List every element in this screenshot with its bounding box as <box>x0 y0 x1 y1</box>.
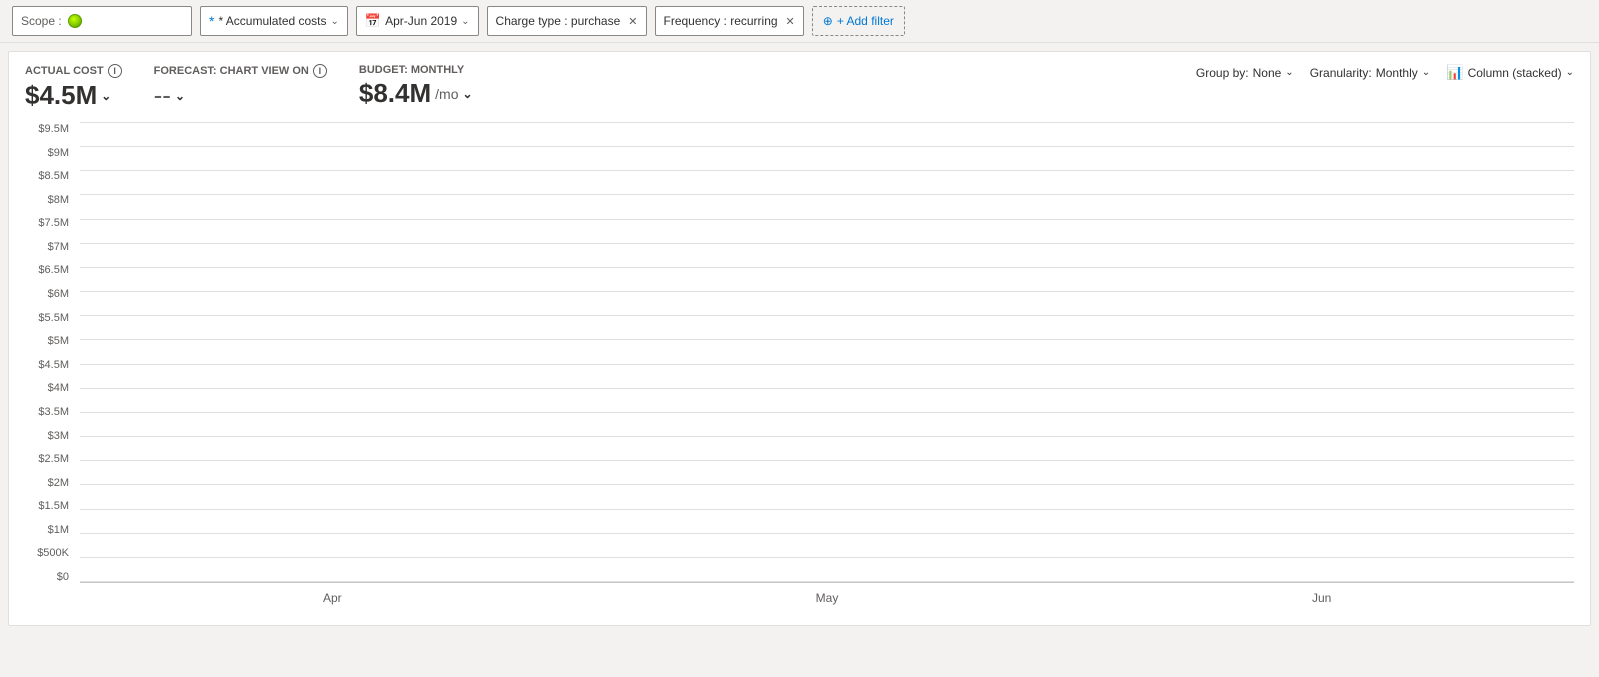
forecast-chevron-icon[interactable]: ⌄ <box>175 89 185 103</box>
y-axis-label: $7M <box>25 241 75 253</box>
y-axis-label: $8.5M <box>25 170 75 182</box>
y-axis-label: $9M <box>25 147 75 159</box>
x-axis-label: Jun <box>1089 591 1554 605</box>
actual-cost-info-icon: i <box>108 64 122 78</box>
y-axis-label: $5M <box>25 335 75 347</box>
actual-cost-label: ACTUAL COST i <box>25 64 122 78</box>
frequency-close-icon[interactable]: ✕ <box>786 15 795 28</box>
y-axis-label: $3M <box>25 430 75 442</box>
add-filter-plus-icon: ⊕ <box>823 14 833 28</box>
date-range-filter[interactable]: 📅 Apr-Jun 2019 ⌄ <box>356 6 479 36</box>
actual-cost-chevron-icon[interactable]: ⌄ <box>101 89 111 103</box>
chart-type-icon: 📊 <box>1446 64 1463 81</box>
x-labels: Apr May Jun <box>80 583 1574 613</box>
y-axis-label: $500K <box>25 547 75 559</box>
y-axis-label: $4M <box>25 382 75 394</box>
y-axis-label: $6M <box>25 288 75 300</box>
group-by-control[interactable]: Group by: None ⌄ <box>1196 66 1294 80</box>
chart-type-control[interactable]: 📊 Column (stacked) ⌄ <box>1446 64 1574 81</box>
scope-dot-icon <box>68 14 82 28</box>
chart-type-chevron-icon: ⌄ <box>1566 67 1574 78</box>
y-axis-label: $1.5M <box>25 500 75 512</box>
chart-area: $0 $500K $1M $1.5M $2M $2.5M $3M $3.5M $4M $4.5M $… <box>25 123 1574 613</box>
x-axis-label: May <box>595 591 1060 605</box>
y-axis-label: $9.5M <box>25 123 75 135</box>
y-axis-label: $6.5M <box>25 264 75 276</box>
charge-type-close-icon[interactable]: ✕ <box>628 15 637 28</box>
toolbar: Scope : * * Accumulated costs ⌄ 📅 Apr-Ju… <box>0 0 1599 43</box>
scope-label: Scope : <box>21 14 62 28</box>
frequency-label: Frequency : recurring <box>664 14 778 28</box>
granularity-chevron-icon: ⌄ <box>1422 67 1430 78</box>
granularity-control[interactable]: Granularity: Monthly ⌄ <box>1310 66 1430 80</box>
calendar-icon: 📅 <box>365 13 381 29</box>
y-axis-label: $5.5M <box>25 312 75 324</box>
y-axis-label: $3.5M <box>25 406 75 418</box>
accumulated-costs-filter[interactable]: * * Accumulated costs ⌄ <box>200 6 348 36</box>
forecast-label: FORECAST: CHART VIEW ON i <box>154 64 327 78</box>
y-axis-label: $0 <box>25 571 75 583</box>
date-range-label: Apr-Jun 2019 <box>385 14 457 28</box>
y-axis-label: $2.5M <box>25 453 75 465</box>
y-axis: $0 $500K $1M $1.5M $2M $2.5M $3M $3.5M $4M $4.5M $… <box>25 123 75 583</box>
y-axis-label: $2M <box>25 477 75 489</box>
actual-cost-block: ACTUAL COST i $4.5M ⌄ <box>25 64 122 111</box>
y-axis-label: $4.5M <box>25 359 75 371</box>
budget-value[interactable]: $8.4M /mo ⌄ <box>359 78 473 109</box>
chart-controls: Group by: None ⌄ Granularity: Monthly ⌄ … <box>1196 64 1574 81</box>
budget-block: BUDGET: MONTHLY $8.4M /mo ⌄ <box>359 64 473 109</box>
scope-selector[interactable]: Scope : <box>12 6 192 36</box>
accumulated-costs-chevron-icon: ⌄ <box>331 16 339 27</box>
charge-type-label: Charge type : purchase <box>496 14 621 28</box>
actual-cost-value[interactable]: $4.5M ⌄ <box>25 80 122 111</box>
frequency-filter[interactable]: Frequency : recurring ✕ <box>655 6 804 36</box>
x-axis-label: Apr <box>100 591 565 605</box>
accumulated-costs-label: * Accumulated costs <box>218 14 326 28</box>
y-axis-label: $8M <box>25 194 75 206</box>
bars-container <box>80 123 1574 582</box>
date-range-chevron-icon: ⌄ <box>461 16 469 27</box>
metrics-row: ACTUAL COST i $4.5M ⌄ FORECAST: CHART VI… <box>25 64 1574 111</box>
budget-label: BUDGET: MONTHLY <box>359 64 473 76</box>
asterisk-icon: * <box>209 13 214 29</box>
add-filter-label: + Add filter <box>837 14 894 28</box>
y-axis-label: $7.5M <box>25 217 75 229</box>
charge-type-filter[interactable]: Charge type : purchase ✕ <box>487 6 647 36</box>
group-by-chevron-icon: ⌄ <box>1285 67 1293 78</box>
main-content: ACTUAL COST i $4.5M ⌄ FORECAST: CHART VI… <box>8 51 1591 626</box>
y-axis-label: $1M <box>25 524 75 536</box>
chart-plot <box>80 123 1574 583</box>
forecast-block: FORECAST: CHART VIEW ON i -- ⌄ <box>154 64 327 111</box>
add-filter-button[interactable]: ⊕ + Add filter <box>812 6 905 36</box>
budget-chevron-icon[interactable]: ⌄ <box>462 87 472 101</box>
forecast-info-icon: i <box>313 64 327 78</box>
forecast-value[interactable]: -- ⌄ <box>154 80 327 111</box>
